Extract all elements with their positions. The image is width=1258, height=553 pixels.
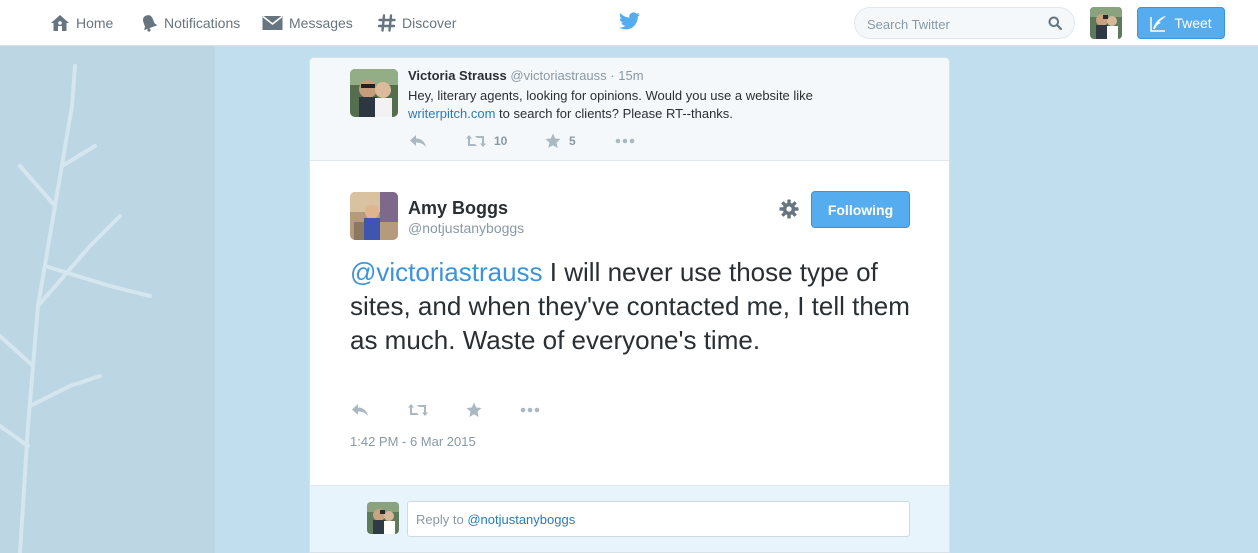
- main-favorite-action[interactable]: [466, 402, 482, 418]
- parent-tweet-header: Victoria Strauss @victoriastrauss · 15m: [408, 68, 644, 83]
- parent-tweet-avatar[interactable]: [350, 69, 398, 117]
- reply-prefix: Reply to: [416, 512, 464, 527]
- tweet-detail-panel: Victoria Strauss @victoriastrauss · 15m …: [309, 57, 950, 553]
- nav-messages-label: Messages: [289, 15, 353, 31]
- account-avatar[interactable]: [1090, 7, 1122, 39]
- parent-tweet-text-before: Hey, literary agents, looking for opinio…: [408, 88, 813, 103]
- parent-tweet-text: Hey, literary agents, looking for opinio…: [408, 87, 878, 123]
- nav-home-label: Home: [76, 15, 114, 31]
- nav-notifications[interactable]: Notifications: [140, 0, 240, 46]
- parent-reply-action[interactable]: [409, 134, 427, 148]
- quill-icon: [1150, 16, 1167, 32]
- star-icon: [545, 133, 561, 148]
- bell-icon: [143, 15, 158, 32]
- parent-tweet-author-name[interactable]: Victoria Strauss: [408, 68, 507, 83]
- compose-tweet-label: Tweet: [1174, 15, 1212, 31]
- parent-favorite-count: 5: [569, 134, 576, 148]
- parent-favorite-action[interactable]: 5: [545, 133, 576, 149]
- more-dots-icon: [615, 138, 635, 144]
- main-tweet-timestamp[interactable]: 1:42 PM - 6 Mar 2015: [350, 434, 476, 449]
- parent-tweet-text-after: to search for clients? Please RT--thanks…: [499, 106, 733, 121]
- hashtag-icon: [378, 14, 396, 32]
- nav-discover-label: Discover: [402, 15, 457, 31]
- retweet-icon: [466, 135, 486, 147]
- nav-discover[interactable]: Discover: [378, 0, 456, 46]
- main-tweet-author-name[interactable]: Amy Boggs: [408, 198, 508, 219]
- main-tweet-author-handle[interactable]: @notjustanyboggs: [408, 220, 524, 236]
- background-tree-image: [0, 64, 152, 553]
- reply-icon: [410, 135, 426, 147]
- nav-messages[interactable]: Messages: [262, 0, 353, 46]
- reply-input[interactable]: Reply to @notjustanyboggs: [407, 501, 910, 537]
- main-more-action[interactable]: [520, 407, 540, 413]
- reply-mention: @notjustanyboggs: [467, 512, 576, 527]
- home-icon: [51, 15, 69, 31]
- more-dots-icon: [520, 407, 540, 413]
- envelope-icon: [262, 15, 283, 30]
- top-navigation-bar: Home Notifications Messages Discover Twe…: [0, 0, 1258, 46]
- search-icon[interactable]: [1048, 16, 1062, 30]
- writerpitch-link[interactable]: writerpitch.com: [408, 106, 495, 121]
- main-retweet-action[interactable]: [408, 403, 428, 417]
- gear-icon[interactable]: [779, 199, 799, 219]
- parent-retweet-action[interactable]: 10: [466, 134, 507, 148]
- nav-notifications-label: Notifications: [164, 15, 241, 31]
- retweet-icon: [408, 404, 428, 416]
- star-icon: [466, 402, 482, 417]
- following-button[interactable]: Following: [811, 191, 910, 228]
- separator-dot: ·: [610, 68, 615, 83]
- parent-tweet-time[interactable]: 15m: [618, 68, 643, 83]
- main-tweet-text: @victoriastrauss I will never use those …: [350, 255, 910, 357]
- parent-more-action[interactable]: [615, 138, 635, 144]
- reply-section: Reply to @notjustanyboggs: [310, 485, 949, 552]
- twitter-bird-logo-icon[interactable]: [619, 12, 640, 30]
- main-reply-action[interactable]: [351, 403, 369, 417]
- reply-avatar: [367, 502, 399, 534]
- parent-retweet-count: 10: [494, 134, 508, 148]
- main-tweet-avatar[interactable]: [350, 192, 398, 240]
- parent-tweet[interactable]: Victoria Strauss @victoriastrauss · 15m …: [310, 58, 949, 161]
- mention-link[interactable]: @victoriastrauss: [350, 257, 543, 287]
- search-box[interactable]: [854, 7, 1075, 39]
- nav-home[interactable]: Home: [50, 0, 113, 46]
- compose-tweet-button[interactable]: Tweet: [1137, 7, 1225, 39]
- reply-icon: [352, 404, 368, 416]
- search-input[interactable]: [867, 15, 1047, 33]
- parent-tweet-author-handle[interactable]: @victoriastrauss: [510, 68, 606, 83]
